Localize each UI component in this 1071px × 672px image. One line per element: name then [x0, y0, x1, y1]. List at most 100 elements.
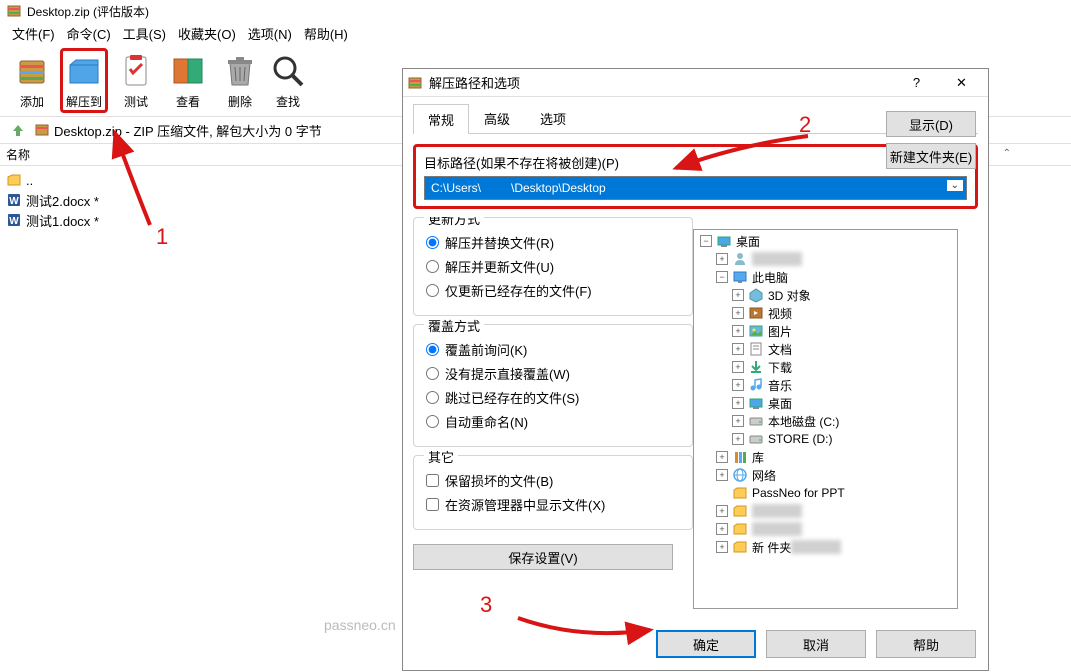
ok-button[interactable]: 确定 — [656, 630, 756, 658]
3d-icon — [748, 287, 764, 303]
window-title: Desktop.zip (评估版本) — [27, 3, 149, 20]
radio-extract-update[interactable]: 解压并更新文件(U) — [426, 257, 680, 276]
tree-item[interactable]: +桌面 — [696, 394, 955, 412]
tree-item[interactable]: +STORE (D:) — [696, 430, 955, 448]
tree-item[interactable]: + — [696, 520, 955, 538]
toolbar-delete[interactable]: 删除 — [216, 48, 264, 113]
tree-expand-icon[interactable]: + — [716, 253, 728, 265]
tree-item[interactable]: + — [696, 502, 955, 520]
check-keep-broken[interactable]: 保留损坏的文件(B) — [426, 471, 680, 490]
tree-expand-icon[interactable]: + — [732, 415, 744, 427]
folder-up-icon — [6, 172, 22, 188]
annotation-1: 1 — [156, 224, 168, 250]
dialog-help-button[interactable]: ? — [894, 69, 939, 97]
tree-item[interactable]: +音乐 — [696, 376, 955, 394]
word-icon: W — [6, 192, 22, 208]
up-icon[interactable] — [10, 122, 26, 138]
disk-icon — [748, 431, 764, 447]
radio-ask-overwrite[interactable]: 覆盖前询问(K) — [426, 340, 680, 359]
check-show-explorer[interactable]: 在资源管理器中显示文件(X) — [426, 495, 680, 514]
tree-expand-icon[interactable]: + — [732, 307, 744, 319]
dialog-title: 解压路径和选项 — [429, 73, 894, 92]
svg-text:W: W — [9, 196, 19, 207]
toolbar-view[interactable]: 查看 — [164, 48, 212, 113]
dialog-titlebar: 解压路径和选项 ? ✕ — [403, 69, 988, 97]
menu-options[interactable]: 选项(N) — [242, 22, 298, 45]
dialog-footer: 确定 取消 帮助 — [646, 630, 976, 658]
save-settings-button[interactable]: 保存设置(V) — [413, 544, 673, 570]
tab-general[interactable]: 常规 — [413, 104, 469, 134]
watermark: passneo.cn — [324, 617, 396, 633]
overwrite-mode-group: 覆盖方式 覆盖前询问(K) 没有提示直接覆盖(W) 跳过已经存在的文件(S) 自… — [413, 324, 693, 447]
disk-icon — [748, 413, 764, 429]
display-button[interactable]: 显示(D) — [886, 111, 976, 137]
extract-dialog: 解压路径和选项 ? ✕ 常规 高级 选项 显示(D) 新建文件夹(E) 目标路径… — [402, 68, 989, 671]
folder-icon — [732, 521, 748, 537]
menu-help[interactable]: 帮助(H) — [298, 22, 354, 45]
net-icon — [732, 467, 748, 483]
tree-item[interactable]: +图片 — [696, 322, 955, 340]
tree-expand-icon[interactable]: + — [716, 451, 728, 463]
tree-item[interactable]: +下载 — [696, 358, 955, 376]
tab-options[interactable]: 选项 — [525, 103, 581, 133]
tree-expand-icon[interactable]: + — [732, 379, 744, 391]
radio-no-prompt-overwrite[interactable]: 没有提示直接覆盖(W) — [426, 364, 680, 383]
radio-auto-rename[interactable]: 自动重命名(N) — [426, 412, 680, 431]
winrar-icon — [407, 75, 423, 91]
tree-expand-icon[interactable]: + — [732, 343, 744, 355]
tree-item[interactable]: −此电脑 — [696, 268, 955, 286]
tab-advanced[interactable]: 高级 — [469, 103, 525, 133]
toolbar-find[interactable]: 查找 — [268, 48, 308, 113]
target-path-input[interactable] — [424, 176, 967, 200]
help-button[interactable]: 帮助 — [876, 630, 976, 658]
dialog-close-button[interactable]: ✕ — [939, 69, 984, 97]
tree-expand-icon[interactable]: + — [732, 361, 744, 373]
tree-expand-icon[interactable]: + — [732, 289, 744, 301]
tree-item[interactable]: +新 件夹 — [696, 538, 955, 556]
tree-item[interactable]: +文档 — [696, 340, 955, 358]
tree-expand-icon[interactable]: + — [716, 469, 728, 481]
down-icon — [748, 359, 764, 375]
tree-item[interactable]: +本地磁盘 (C:) — [696, 412, 955, 430]
annotation-2: 2 — [799, 112, 811, 138]
menu-tools[interactable]: 工具(S) — [117, 22, 172, 45]
radio-skip-existing[interactable]: 跳过已经存在的文件(S) — [426, 388, 680, 407]
menu-favorites[interactable]: 收藏夹(O) — [172, 22, 242, 45]
doc-icon — [748, 341, 764, 357]
tree-expand-icon[interactable]: + — [732, 397, 744, 409]
tree-item[interactable]: +3D 对象 — [696, 286, 955, 304]
tree-item[interactable]: PassNeo for PPT — [696, 484, 955, 502]
tree-expand-icon[interactable]: + — [732, 433, 744, 445]
user-icon — [732, 251, 748, 267]
pc-icon — [732, 269, 748, 285]
menu-command[interactable]: 命令(C) — [61, 22, 117, 45]
radio-extract-replace[interactable]: 解压并替换文件(R) — [426, 233, 680, 252]
toolbar-test[interactable]: 测试 — [112, 48, 160, 113]
toolbar-add[interactable]: 添加 — [8, 48, 56, 113]
column-name[interactable]: 名称 — [6, 146, 150, 163]
tree-item[interactable]: −桌面 — [696, 232, 955, 250]
dialog-body: 常规 高级 选项 显示(D) 新建文件夹(E) 目标路径(如果不存在将被创建)(… — [403, 97, 988, 615]
tree-collapse-icon[interactable]: − — [716, 271, 728, 283]
tree-expand-icon[interactable]: + — [716, 505, 728, 517]
tree-collapse-icon[interactable]: − — [700, 235, 712, 247]
tree-expand-icon[interactable]: + — [732, 325, 744, 337]
tree-item[interactable]: + — [696, 250, 955, 268]
radio-update-existing[interactable]: 仅更新已经存在的文件(F) — [426, 281, 680, 300]
path-dropdown-icon[interactable]: ⌄ — [947, 180, 963, 191]
tree-item[interactable]: +视频 — [696, 304, 955, 322]
new-folder-button[interactable]: 新建文件夹(E) — [886, 143, 976, 169]
folder-tree[interactable]: −桌面 + −此电脑+3D 对象+视频+图片+文档+下载+音乐+桌面+本地磁盘 (C… — [693, 229, 958, 609]
tree-item[interactable]: +库 — [696, 448, 955, 466]
toolbar-extract-to[interactable]: 解压到 — [60, 48, 108, 113]
sort-indicator-icon: ⌃ — [1003, 148, 1011, 159]
tree-expand-icon[interactable]: + — [716, 523, 728, 535]
folder-icon — [732, 539, 748, 555]
cancel-button[interactable]: 取消 — [766, 630, 866, 658]
pic-icon — [748, 323, 764, 339]
path-text: Desktop.zip - ZIP 压缩文件, 解包大小为 0 字节 — [54, 121, 322, 140]
menu-file[interactable]: 文件(F) — [6, 22, 61, 45]
tree-item[interactable]: +网络 — [696, 466, 955, 484]
folder-icon — [732, 485, 748, 501]
tree-expand-icon[interactable]: + — [716, 541, 728, 553]
